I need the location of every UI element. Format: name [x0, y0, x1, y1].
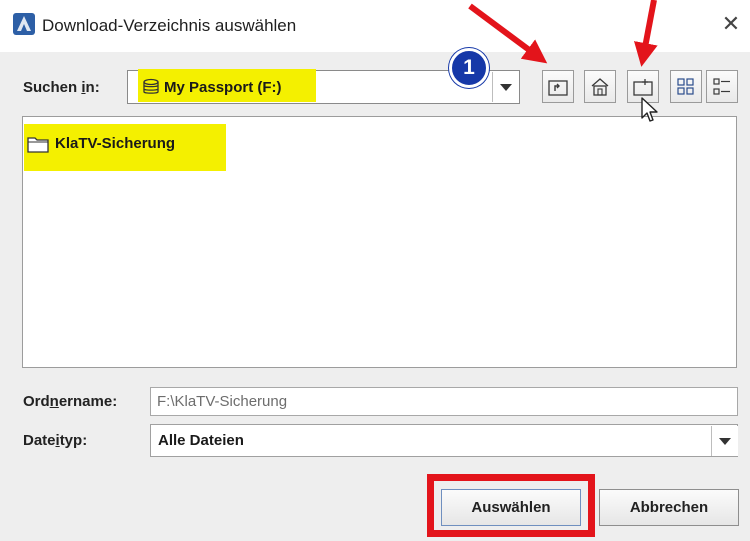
mouse-cursor-icon: [641, 97, 658, 122]
annotation-arrows: [468, 0, 658, 67]
arrow-annotation: [468, 3, 548, 64]
arrow-annotation: [634, 0, 658, 67]
